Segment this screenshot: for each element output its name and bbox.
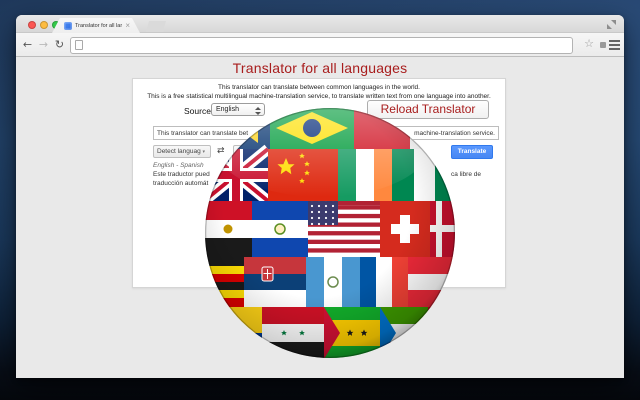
page-title: Translator for all languages [232, 60, 408, 76]
close-window-button[interactable] [28, 21, 36, 29]
target-language-dropdown[interactable] [233, 145, 293, 158]
translate-button[interactable]: Translate [451, 145, 493, 159]
select-arrows-icon [255, 107, 261, 115]
new-tab-button[interactable] [146, 21, 166, 32]
swap-languages-icon[interactable]: ⇄ [217, 145, 225, 158]
fullscreen-icon[interactable] [607, 20, 616, 29]
chrome-menu-button[interactable] [609, 39, 621, 51]
address-bar[interactable] [70, 36, 573, 54]
chevron-down-icon: ▾ [202, 149, 206, 155]
back-button[interactable]: ← [20, 36, 35, 53]
bookmark-star-icon[interactable]: ☆ [583, 36, 595, 53]
source-language-select[interactable]: English [211, 103, 265, 116]
translator-favicon-icon [64, 22, 72, 30]
reload-page-button[interactable]: ↻ [52, 36, 67, 53]
detect-language-label: Detect languag [157, 148, 201, 155]
translate-text-input[interactable]: This translator can translate bet machin… [153, 126, 499, 140]
intro-line-2: This is a free statistical multilingual … [147, 93, 491, 100]
translation-line1-left: Este traductor pued [153, 171, 210, 178]
input-text-right: machine-translation service. [414, 129, 495, 137]
translator-panel: This translator can translate between co… [132, 78, 506, 288]
input-text-left: This translator can translate bet [157, 129, 249, 137]
browser-tab[interactable]: Translator for all languages × [52, 18, 140, 33]
language-pair-label: English - Spanish [153, 162, 204, 169]
page-icon [75, 40, 83, 50]
page-content: Translator for all languages This transl… [16, 57, 624, 378]
source-label: Source: [184, 106, 214, 116]
minimize-window-button[interactable] [40, 21, 48, 29]
desktop-background: Translator for all languages × ← → ↻ ☆ T… [0, 0, 640, 400]
extension-icon[interactable] [600, 42, 606, 48]
translation-line2: traducción automát [153, 180, 209, 187]
intro-line-1: This translator can translate between co… [218, 84, 420, 91]
browser-window: Translator for all languages × ← → ↻ ☆ T… [16, 15, 624, 378]
tab-strip: Translator for all languages × [16, 15, 624, 33]
detect-language-dropdown[interactable]: Detect languag ▾ [153, 145, 211, 158]
hamburger-icon [609, 40, 620, 42]
tab-title: Translator for all languages [75, 22, 123, 29]
reload-translator-button[interactable]: Reload Translator [367, 100, 489, 119]
translation-line1-right: ca libre de [451, 171, 481, 178]
url-input[interactable] [87, 38, 568, 52]
source-language-value: English [216, 106, 239, 113]
tab-close-icon[interactable]: × [125, 22, 130, 30]
browser-toolbar: ← → ↻ ☆ [16, 33, 624, 57]
forward-button[interactable]: → [36, 36, 51, 53]
